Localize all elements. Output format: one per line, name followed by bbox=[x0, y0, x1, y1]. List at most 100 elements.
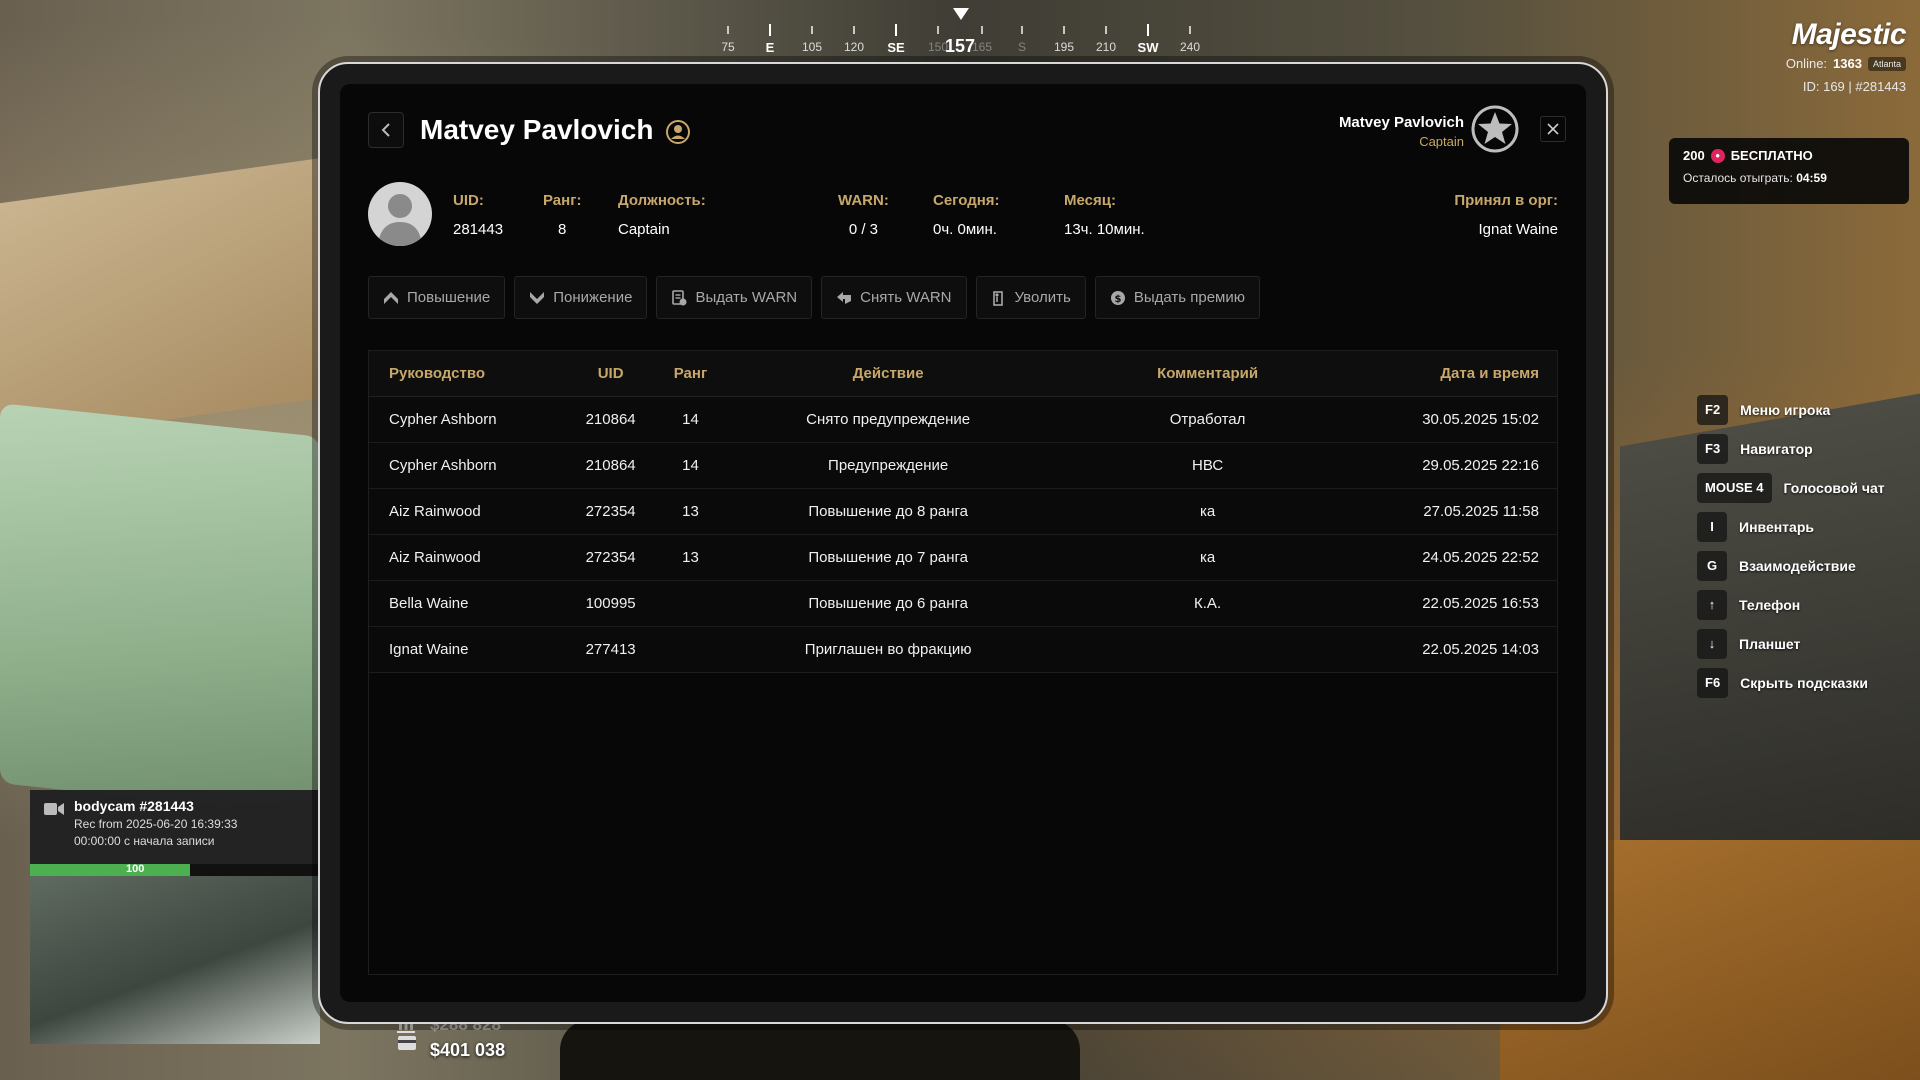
avatar bbox=[368, 182, 432, 246]
give-warn-button[interactable]: Выдать WARN bbox=[656, 276, 813, 319]
hint-interaction: G Взаимодействие bbox=[1697, 546, 1917, 585]
header-datetime: Дата и время bbox=[1440, 365, 1539, 382]
cell-comment: НВС bbox=[1191, 457, 1224, 474]
scene-character bbox=[560, 1020, 1080, 1080]
fire-label: Уволить bbox=[1014, 289, 1071, 306]
cell-datetime: 27.05.2025 11:58 bbox=[1423, 503, 1539, 520]
health-bar: 100 bbox=[30, 863, 320, 876]
demote-button[interactable]: Понижение bbox=[514, 276, 648, 319]
online-count: 1363 bbox=[1833, 56, 1862, 71]
bodycam-title: bodycam #281443 bbox=[74, 798, 194, 814]
avatar-silhouette-icon bbox=[378, 194, 422, 246]
cell-action: Снято предупреждение bbox=[806, 411, 971, 428]
promo-amount: 200 bbox=[1683, 148, 1705, 163]
month-label: Месяц: bbox=[1064, 192, 1116, 209]
door-exit-icon bbox=[992, 290, 1003, 306]
health-bar-fill bbox=[30, 864, 190, 876]
cell-leader: Ignat Waine bbox=[389, 641, 469, 658]
tablet-frame: Matvey Pavlovich Matvey Pavlovich Captai… bbox=[318, 62, 1608, 1024]
hint-key: F2 bbox=[1697, 394, 1729, 425]
chevron-left-icon bbox=[381, 123, 390, 137]
compass-tick-label: SE bbox=[887, 40, 905, 55]
cell-leader: Cypher Ashborn bbox=[389, 411, 497, 428]
hint-navigator: F3 Навигатор bbox=[1697, 429, 1917, 468]
accepted-value: Ignat Waine bbox=[1478, 221, 1559, 238]
rank-value: 8 bbox=[558, 221, 567, 238]
cell-action: Повышение до 8 ранга bbox=[808, 503, 968, 520]
compass: 75 E 105 120 SE 150 165 S 195 210 SW 240 157 bbox=[700, 0, 1220, 64]
hint-voice-chat: MOUSE 4 Голосовой чат bbox=[1697, 468, 1917, 507]
promote-button[interactable]: Повышение bbox=[368, 276, 506, 319]
cell-comment: Отработал bbox=[1169, 411, 1246, 428]
accepted-label: Принял в орг: bbox=[1454, 192, 1558, 209]
back-button[interactable] bbox=[368, 112, 404, 148]
compass-tick bbox=[811, 26, 813, 34]
info-position: Должность: Captain bbox=[618, 192, 706, 238]
month-value: 13ч. 10мин. bbox=[1064, 221, 1145, 238]
remove-warn-label: Снять WARN bbox=[860, 289, 952, 306]
hint-key: ↑ bbox=[1697, 589, 1727, 620]
hint-label: Телефон bbox=[1739, 596, 1801, 613]
compass-tick bbox=[1189, 26, 1191, 34]
chevron-down-icon bbox=[530, 291, 545, 304]
table-row: Cypher Ashborn 210864 14 Снято предупреж… bbox=[369, 397, 1557, 443]
promote-label: Повышение bbox=[407, 289, 491, 306]
cell-uid: 100995 bbox=[585, 595, 636, 612]
hint-inventory: I Инвентарь bbox=[1697, 507, 1917, 546]
action-bar: Повышение Понижение Выдать WARN Снять WA… bbox=[368, 276, 1260, 319]
cell-rank: 13 bbox=[682, 549, 699, 566]
undo-icon bbox=[837, 291, 852, 304]
promo-timer: 04:59 bbox=[1796, 171, 1827, 185]
compass-tick bbox=[981, 26, 983, 34]
cell-rank: 13 bbox=[682, 503, 699, 520]
chevron-up-icon bbox=[384, 291, 398, 304]
header-leader: Руководство bbox=[389, 365, 486, 382]
cell-datetime: 29.05.2025 22:16 bbox=[1422, 457, 1539, 474]
today-label: Сегодня: bbox=[933, 192, 1000, 209]
info-warn: WARN: 0 / 3 bbox=[838, 192, 889, 238]
online-label: Online: bbox=[1785, 56, 1828, 71]
current-user: Matvey Pavlovich Captain bbox=[1339, 114, 1464, 149]
bodycam-view bbox=[30, 876, 320, 1044]
scene-box bbox=[0, 156, 330, 444]
bodycam-widget: bodycam #281443 Rec from 2025-06-20 16:3… bbox=[30, 790, 320, 1044]
table-row: Aiz Rainwood 272354 13 Повышение до 7 ра… bbox=[369, 535, 1557, 581]
cell-leader: Cypher Ashborn bbox=[389, 457, 497, 474]
promo-banner[interactable]: 200 ● БЕСПЛАТНО Осталось отыграть: 04:59 bbox=[1669, 138, 1909, 204]
bonus-label: Выдать премию bbox=[1133, 289, 1245, 306]
compass-tick bbox=[937, 26, 939, 34]
bonus-button[interactable]: $ Выдать премию bbox=[1094, 276, 1260, 319]
cell-comment: ка bbox=[1199, 503, 1216, 520]
cell-uid: 272354 bbox=[585, 503, 636, 520]
remove-warn-button[interactable]: Снять WARN bbox=[821, 276, 967, 319]
police-star-icon bbox=[1471, 105, 1519, 153]
cell-action: Повышение до 6 ранга bbox=[808, 595, 968, 612]
fire-button[interactable]: Уволить bbox=[975, 276, 1086, 319]
cell-comment: ка bbox=[1199, 549, 1216, 566]
uid-label: UID: bbox=[453, 192, 484, 209]
current-user-rank: Captain bbox=[1419, 134, 1464, 149]
dollar-coin-icon: $ bbox=[1110, 290, 1125, 305]
history-table: Руководство UID Ранг Действие Комментари… bbox=[368, 350, 1558, 975]
health-value: 100 bbox=[126, 863, 145, 875]
info-rank: Ранг: 8 bbox=[543, 192, 581, 238]
compass-tick-label: S bbox=[1017, 40, 1027, 54]
cell-uid: 210864 bbox=[585, 411, 636, 428]
table-row: Ignat Waine 277413 Приглашен во фракцию … bbox=[369, 627, 1557, 673]
header-rank: Ранг bbox=[673, 365, 708, 382]
close-button[interactable] bbox=[1540, 116, 1566, 142]
cell-uid: 210864 bbox=[585, 457, 636, 474]
promo-label: БЕСПЛАТНО bbox=[1730, 148, 1813, 163]
today-value: 0ч. 0мин. bbox=[933, 221, 997, 238]
compass-tick-label: 240 bbox=[1179, 40, 1201, 54]
bodycam-elapsed: 00:00:00 с начала записи bbox=[74, 834, 215, 848]
cell-action: Предупреждение bbox=[828, 457, 949, 474]
info-accepted-by: Принял в орг: Ignat Waine bbox=[1454, 192, 1558, 238]
demote-label: Понижение bbox=[553, 289, 633, 306]
compass-tick bbox=[1105, 26, 1107, 34]
header-uid: UID bbox=[597, 365, 624, 382]
cell-uid: 272354 bbox=[585, 549, 636, 566]
user-badge-icon bbox=[666, 120, 690, 144]
coin-icon: ● bbox=[1710, 148, 1725, 163]
cell-uid: 277413 bbox=[585, 641, 636, 658]
